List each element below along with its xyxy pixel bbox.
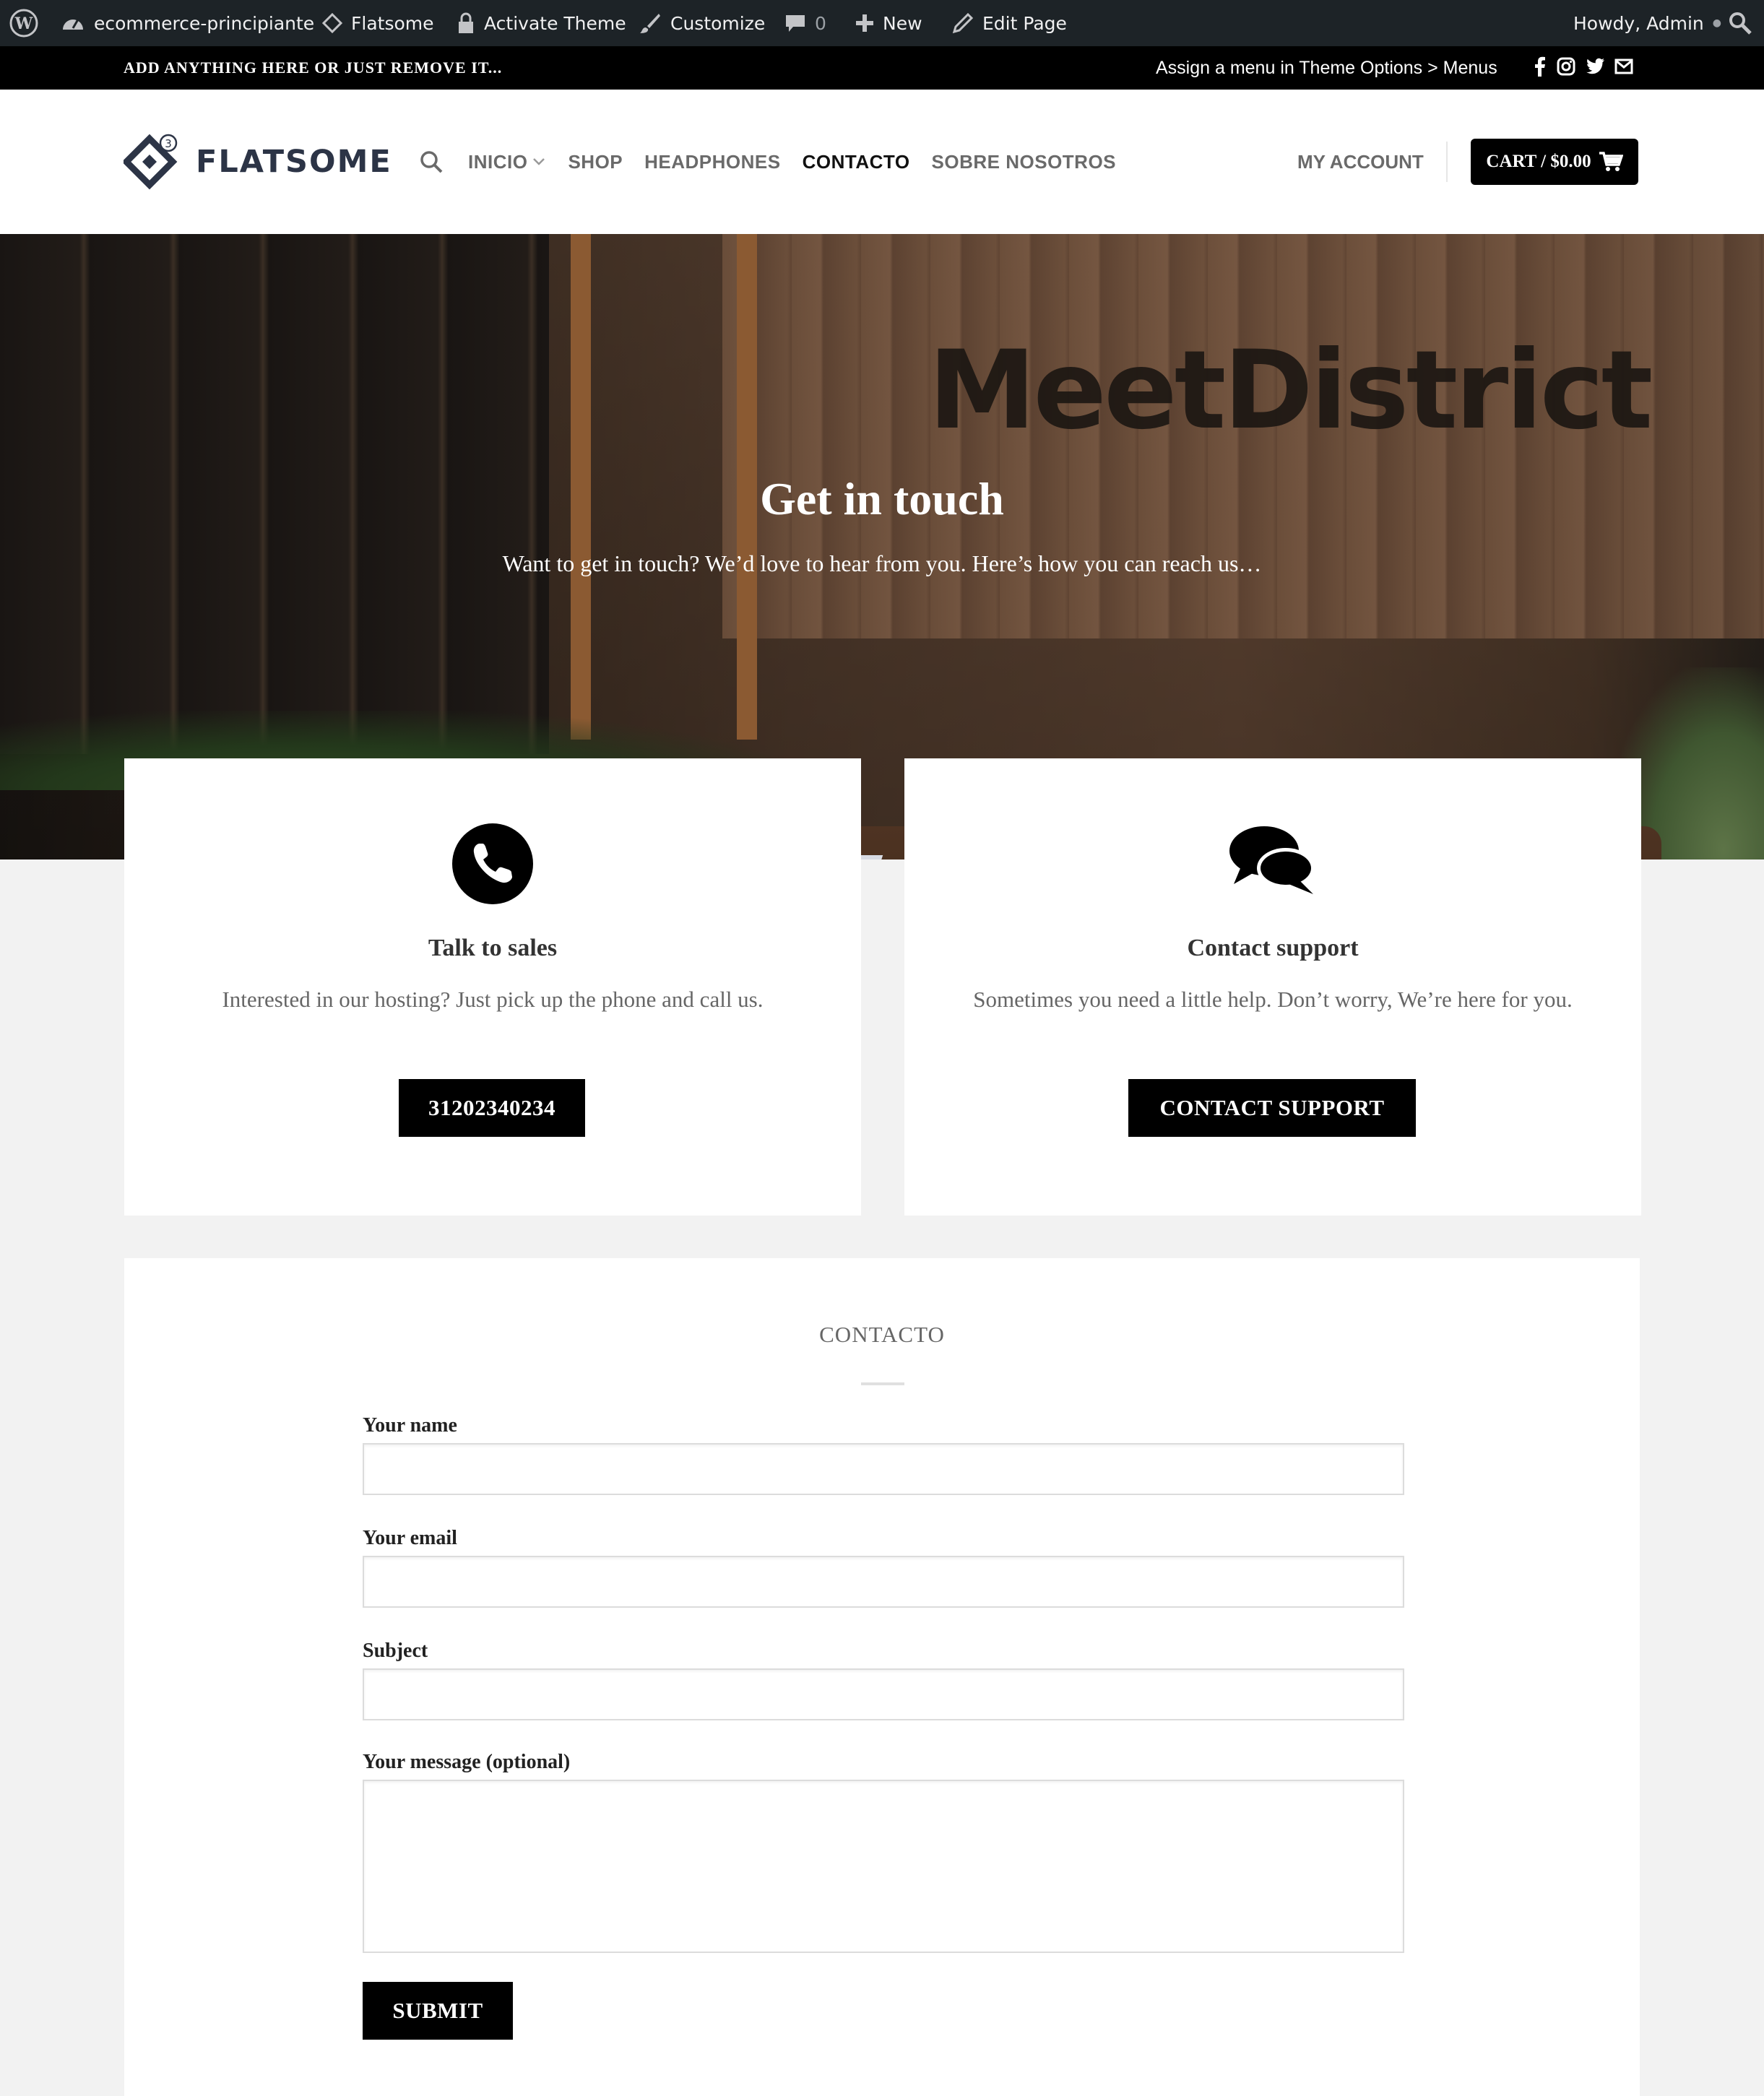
- theme-name: Flatsome: [351, 12, 434, 34]
- message-label: Your message (optional): [363, 1751, 571, 1773]
- pencil-icon: [952, 12, 974, 34]
- nav-item-sobre-nosotros[interactable]: SOBRE NOSOTROS: [932, 151, 1116, 173]
- nav-item-headphones[interactable]: HEADPHONES: [644, 151, 780, 173]
- subject-label: Subject: [363, 1640, 428, 1662]
- contact-form-panel: CONTACTO Your name Your email Subject Yo…: [124, 1258, 1640, 2096]
- new-label: New: [883, 12, 922, 34]
- svg-text:W: W: [14, 14, 33, 33]
- sales-title: Talk to sales: [428, 935, 558, 961]
- support-box: Contact support Sometimes you need a lit…: [904, 758, 1641, 1216]
- logo-text: FLATSOME: [196, 144, 392, 180]
- site-header: 3 FLATSOME INICIO SHOP HEADPHONES CONTAC…: [0, 90, 1764, 234]
- avatar: ●: [1712, 17, 1721, 29]
- hero-title: Get in touch: [760, 473, 1004, 524]
- instagram-icon[interactable]: [1557, 57, 1575, 79]
- admin-bar-comments[interactable]: 0: [784, 0, 826, 46]
- nav-item-label: HEADPHONES: [644, 150, 781, 173]
- top-bar-menu-hint: Assign a menu in Theme Options > Menus: [1156, 57, 1497, 78]
- hero-wall-sign: MeetDistrict: [928, 328, 1653, 454]
- flatsome-diamond-icon: [322, 13, 342, 33]
- admin-bar-customize[interactable]: Customize: [639, 0, 765, 46]
- howdy-label: Howdy, Admin: [1573, 12, 1704, 34]
- nav-item-label: SOBRE NOSOTROS: [931, 150, 1117, 173]
- wordpress-logo-icon[interactable]: W: [9, 0, 39, 46]
- social-icons: [1531, 46, 1633, 90]
- nav-item-shop[interactable]: SHOP: [568, 151, 623, 173]
- sales-text: Interested in our hosting? Just pick up …: [222, 987, 764, 1012]
- nav-item-label: INICIO: [468, 150, 528, 173]
- nav-item-contacto[interactable]: CONTACTO: [803, 151, 910, 173]
- form-heading: CONTACTO: [819, 1322, 945, 1347]
- admin-bar-edit-page[interactable]: Edit Page: [952, 0, 1067, 46]
- admin-bar-new[interactable]: New: [855, 0, 922, 46]
- lock-icon: [459, 12, 473, 33]
- cart-button[interactable]: CART / $0.00: [1471, 139, 1638, 185]
- comment-count: 0: [815, 12, 826, 34]
- shopping-cart-icon: [1599, 152, 1623, 171]
- admin-search-icon[interactable]: [1728, 0, 1752, 46]
- chat-bubbles-icon: [904, 823, 1641, 898]
- my-account-link[interactable]: MY ACCOUNT: [1297, 90, 1424, 234]
- admin-bar-theme[interactable]: Flatsome: [322, 0, 434, 46]
- email-field[interactable]: [363, 1556, 1404, 1608]
- envelope-icon[interactable]: [1614, 59, 1633, 78]
- header-divider: [1446, 142, 1448, 182]
- twitter-icon[interactable]: [1585, 58, 1605, 79]
- activate-theme-label: Activate Theme: [484, 12, 626, 34]
- email-label: Your email: [363, 1527, 457, 1549]
- admin-bar-site[interactable]: ecommerce-principiante: [61, 0, 314, 46]
- wp-admin-bar: W ecommerce-principiante Flatsome Activa…: [0, 0, 1764, 46]
- facebook-icon[interactable]: [1531, 56, 1547, 80]
- dashboard-icon: [63, 19, 83, 30]
- name-label: Your name: [363, 1414, 457, 1437]
- customize-label: Customize: [670, 12, 766, 34]
- sales-box: Talk to sales Interested in our hosting?…: [124, 758, 861, 1216]
- support-title: Contact support: [1187, 935, 1359, 961]
- search-icon[interactable]: [419, 150, 444, 174]
- nav-item-inicio[interactable]: INICIO: [468, 151, 546, 173]
- hero-subtitle: Want to get in touch? We’d love to hear …: [502, 550, 1262, 576]
- brush-icon: [640, 14, 660, 33]
- admin-bar-activate-theme[interactable]: Activate Theme: [457, 0, 626, 46]
- flatsome-logo-icon: 3: [124, 134, 178, 190]
- nav-item-label: SHOP: [568, 150, 623, 173]
- phone-number-button[interactable]: 31202340234: [399, 1079, 585, 1137]
- top-bar: ADD ANYTHING HERE OR JUST REMOVE IT... A…: [0, 46, 1764, 90]
- message-textarea[interactable]: [363, 1780, 1404, 1953]
- admin-bar-account[interactable]: Howdy, Admin ●: [1573, 0, 1721, 46]
- contact-support-button[interactable]: CONTACT SUPPORT: [1128, 1079, 1416, 1137]
- subject-field[interactable]: [363, 1668, 1404, 1720]
- chevron-down-icon: [533, 158, 545, 165]
- logo-badge: 3: [165, 137, 172, 150]
- name-field[interactable]: [363, 1443, 1404, 1495]
- plus-icon: [856, 14, 873, 32]
- nav-item-label: CONTACTO: [802, 150, 910, 173]
- submit-button[interactable]: SUBMIT: [363, 1982, 513, 2040]
- edit-page-label: Edit Page: [982, 12, 1067, 34]
- top-bar-promo: ADD ANYTHING HERE OR JUST REMOVE IT...: [124, 59, 503, 77]
- support-text: Sometimes you need a little help. Don’t …: [973, 987, 1573, 1012]
- main-nav: INICIO SHOP HEADPHONES CONTACTO SOBRE NO…: [419, 90, 1116, 234]
- site-name: ecommerce-principiante: [94, 12, 315, 34]
- cart-label: CART / $0.00: [1486, 152, 1591, 171]
- comment-icon: [786, 15, 805, 32]
- site-logo[interactable]: 3 FLATSOME: [124, 133, 392, 191]
- phone-icon: [124, 823, 861, 904]
- heading-divider: [861, 1382, 904, 1385]
